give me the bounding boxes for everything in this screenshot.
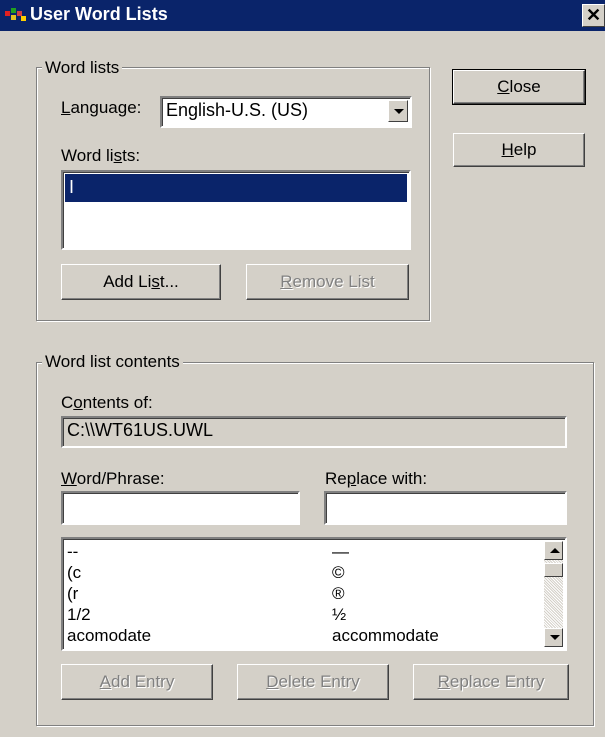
entry-word: 1/2 <box>67 605 91 624</box>
entry-replacement: accommodate <box>332 626 439 645</box>
entry-word: (c <box>67 563 82 582</box>
chevron-down-icon[interactable] <box>388 100 408 122</box>
close-icon[interactable]: ✕ <box>582 4 605 27</box>
language-select[interactable]: English-U.S. (US) <box>160 96 412 128</box>
contents-of-field: C:\\WT61US.UWL <box>61 416 567 448</box>
add-entry-button[interactable]: Add Entry <box>61 664 213 700</box>
replace-entry-button[interactable]: Replace Entry <box>413 664 569 700</box>
language-select-value: English-U.S. (US) <box>166 100 309 120</box>
entry-replacement: ½ <box>332 605 347 624</box>
word-lists-label: Word lists: <box>61 146 141 165</box>
replace-with-input[interactable] <box>324 491 567 525</box>
replace-with-label: Replace with: <box>325 469 428 488</box>
close-button[interactable]: Close <box>452 69 586 105</box>
help-button[interactable]: Help <box>453 133 585 167</box>
add-list-button[interactable]: Add Li s t... <box>61 264 221 300</box>
word-lists-group-label: Word lists <box>42 58 123 78</box>
entries-listbox[interactable]: -- — (c © (r ® 1/2 ½ acomodate accommoda… <box>61 537 567 651</box>
remove-list-button[interactable]: Remove List <box>246 264 409 300</box>
entry-replacement: © <box>332 563 345 582</box>
app-icon <box>5 8 26 21</box>
contents-of-value: C:\\WT61US.UWL <box>67 420 214 440</box>
list-item[interactable]: I <box>65 174 407 202</box>
window-title: User Word Lists <box>30 4 168 24</box>
word-phrase-input[interactable] <box>61 491 300 525</box>
entry-replacement: ® <box>332 584 345 603</box>
scroll-up-icon[interactable] <box>544 541 563 560</box>
entry-replacement: — <box>332 542 349 561</box>
word-lists-listbox[interactable]: I <box>61 170 411 250</box>
user-word-lists-dialog: User Word Lists ✕ Word lists Language: E… <box>0 0 605 737</box>
word-list-contents-group-label: Word list contents <box>42 352 183 372</box>
title-bar: User Word Lists ✕ <box>0 0 605 31</box>
delete-entry-button[interactable]: Delete Entry <box>237 664 389 700</box>
entry-word: -- <box>67 542 79 561</box>
entry-word: acomodate <box>67 626 152 645</box>
contents-of-label: Contents of: <box>61 393 153 412</box>
word-phrase-label: Word/Phrase: <box>61 469 165 488</box>
entry-word: (r <box>67 584 79 603</box>
scroll-down-icon[interactable] <box>544 628 563 647</box>
entries-scrollbar[interactable] <box>544 541 563 647</box>
language-label: Language: <box>61 98 142 117</box>
scroll-thumb[interactable] <box>544 563 563 577</box>
